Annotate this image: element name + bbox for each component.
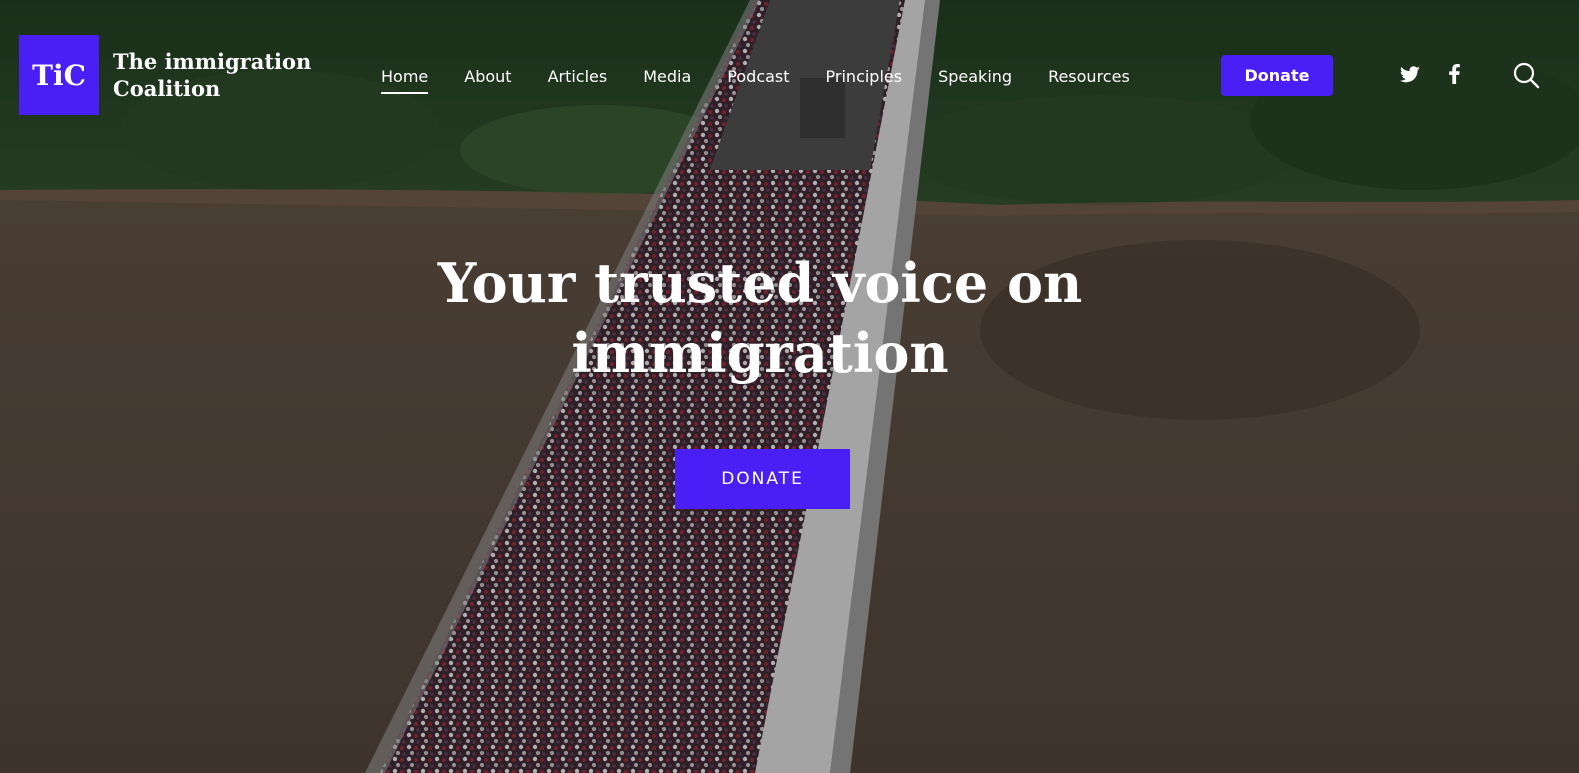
nav-item-articles[interactable]: Articles	[548, 67, 608, 86]
hero-title-line-2: immigration	[571, 321, 949, 385]
hero-donate-button[interactable]: DONATE	[675, 449, 850, 509]
nav-item-principles[interactable]: Principles	[826, 67, 903, 86]
main-navigation: Home About Articles Media Podcast Princi…	[381, 56, 1166, 96]
logo-line-2: Coalition	[113, 76, 221, 101]
search-icon[interactable]	[1512, 61, 1540, 89]
nav-item-resources[interactable]: Resources	[1048, 67, 1130, 86]
twitter-icon[interactable]	[1397, 61, 1423, 87]
hero-title: Your trusted voice on immigration	[410, 248, 1110, 388]
header-donate-button[interactable]: Donate	[1221, 55, 1333, 96]
facebook-icon[interactable]	[1441, 61, 1467, 87]
site-logo[interactable]: TiC The immigration Coalition	[19, 35, 333, 115]
nav-item-speaking[interactable]: Speaking	[938, 67, 1012, 86]
logo-line-1: The immigration	[113, 49, 312, 74]
nav-item-media[interactable]: Media	[643, 67, 691, 86]
site-header: TiC The immigration Coalition Home About…	[0, 0, 1579, 150]
nav-item-about[interactable]: About	[464, 67, 511, 86]
hero-title-line-1: Your trusted voice on	[437, 251, 1083, 315]
nav-item-podcast[interactable]: Podcast	[727, 67, 789, 86]
logo-wordmark: The immigration Coalition	[113, 48, 333, 102]
nav-item-home[interactable]: Home	[381, 67, 429, 94]
logo-mark: TiC	[19, 35, 99, 115]
